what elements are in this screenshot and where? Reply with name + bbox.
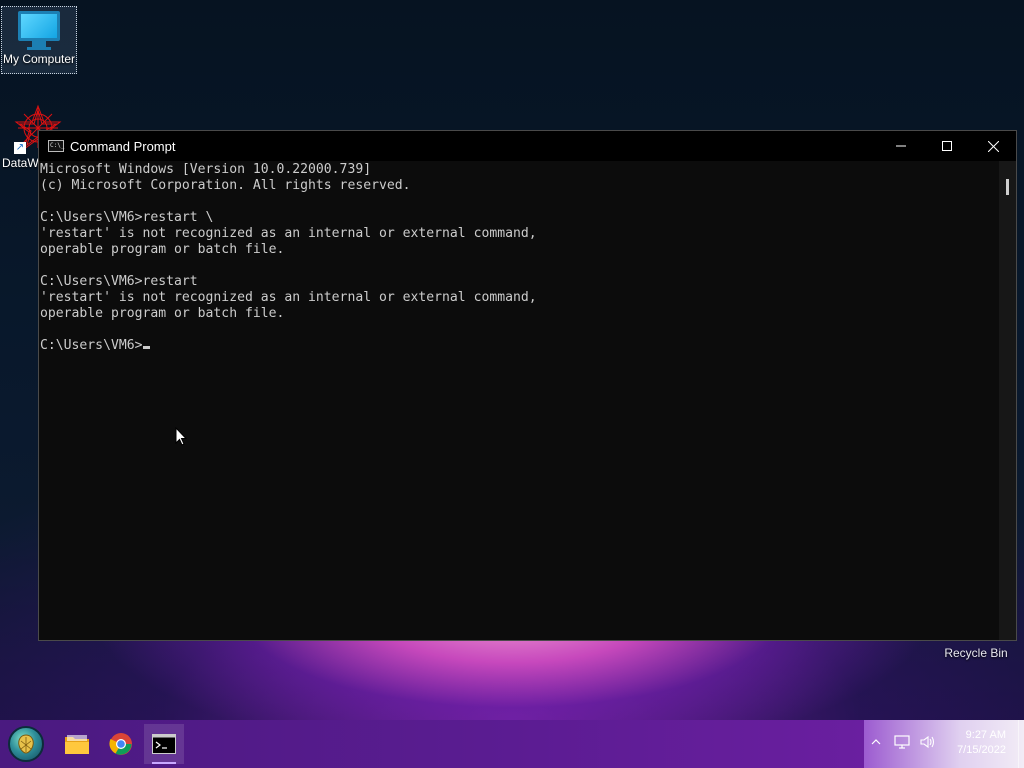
scrollbar-thumb[interactable] [1006,179,1009,195]
console-text: Microsoft Windows [Version 10.0.22000.73… [40,162,537,353]
shortcut-arrow-icon: ↗ [14,142,26,154]
show-desktop-button[interactable] [1018,720,1024,768]
volume-icon[interactable] [920,735,936,752]
clock-date: 7/15/2022 [957,744,1006,756]
chrome-icon [109,733,132,755]
clock-time: 9:27 AM [965,729,1006,741]
text-cursor [143,346,151,349]
mouse-pointer-icon [175,427,187,446]
minimize-button[interactable] [878,131,924,161]
maximize-icon [942,141,952,151]
command-prompt-taskbar-button[interactable] [144,724,184,764]
desktop-icon-label: Recycle Bin [944,646,1008,660]
desktop-icon-label: DataW [2,156,39,170]
desktop-icon-my-computer[interactable]: My Computer [1,6,77,74]
file-explorer-icon [65,735,89,754]
system-tray: 9:27 AM 7/15/2022 [864,720,1024,768]
start-button[interactable] [6,724,46,764]
file-explorer-button[interactable] [57,724,97,764]
vertical-scrollbar[interactable] [999,161,1016,640]
command-prompt-icon: C:\_ [48,140,64,152]
maximize-button[interactable] [924,131,970,161]
desktop-icon-label: My Computer [2,52,76,66]
minimize-icon [896,145,906,147]
clock[interactable]: 9:27 AM 7/15/2022 [957,728,1006,758]
monitor-icon [2,11,76,50]
start-orb-icon [8,726,44,762]
window-title: Command Prompt [70,138,176,154]
desktop-icon-recycle-bin[interactable]: Recycle Bin [940,646,1012,660]
command-prompt-window[interactable]: C:\_ Command Prompt Microsoft Windows [V… [38,130,1017,641]
close-button[interactable] [970,131,1016,161]
network-icon[interactable] [894,735,910,752]
active-app-indicator [152,762,176,764]
command-prompt-icon [152,734,176,754]
show-hidden-icons-chevron-up-icon[interactable] [870,735,882,751]
console-output[interactable]: Microsoft Windows [Version 10.0.22000.73… [39,161,998,640]
title-bar[interactable]: C:\_ Command Prompt [39,131,1016,161]
close-icon [987,140,999,152]
chrome-button[interactable] [101,724,141,764]
